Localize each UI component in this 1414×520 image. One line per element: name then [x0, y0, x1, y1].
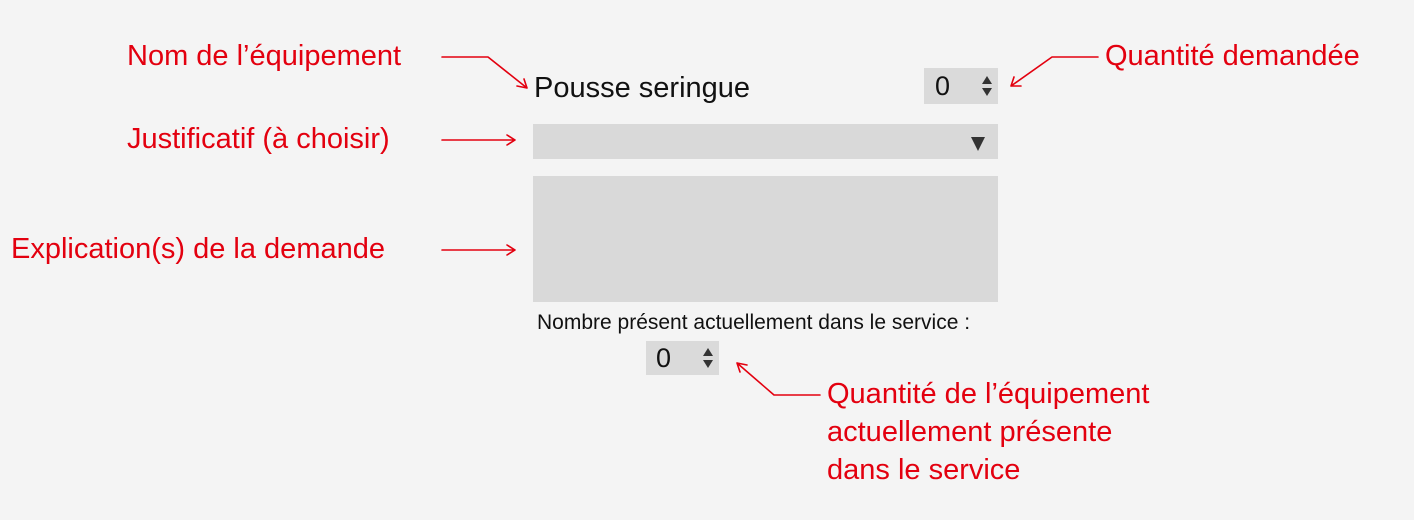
caret-down-icon[interactable] — [703, 360, 713, 368]
arrow-requested-quantity — [1010, 56, 1099, 87]
arrow-present-quantity — [736, 362, 821, 396]
caret-down-icon[interactable] — [982, 88, 992, 96]
annotation-present-quantity-line-3: dans le service — [827, 454, 1021, 486]
justification-select[interactable] — [533, 124, 998, 159]
annotation-present-quantity-line-2: actuellement présente — [827, 416, 1113, 448]
caret-up-icon[interactable] — [703, 348, 713, 356]
stepper-controls — [703, 341, 713, 375]
caret-down-icon — [971, 137, 985, 151]
stepper-controls — [982, 68, 992, 104]
arrow-equipment-name — [441, 56, 528, 89]
explanation-textarea[interactable] — [533, 176, 998, 302]
annotation-justification: Justificatif (à choisir) — [127, 123, 390, 155]
annotation-explanation: Explication(s) de la demande — [11, 233, 385, 265]
equipment-name: Pousse seringue — [534, 72, 751, 104]
present-quantity-stepper[interactable]: 0 — [646, 341, 719, 375]
arrow-justification — [441, 134, 516, 146]
arrow-explanation — [441, 244, 516, 256]
annotation-equipment-name: Nom de l’équipement — [127, 40, 402, 72]
caret-up-icon[interactable] — [982, 76, 992, 84]
annotation-requested-quantity: Quantité demandée — [1105, 40, 1360, 72]
requested-quantity-stepper[interactable]: 0 — [924, 68, 998, 104]
annotation-present-quantity-line-1: Quantité de l’équipement — [827, 378, 1150, 410]
present-quantity-value: 0 — [656, 342, 672, 373]
present-quantity-label: Nombre présent actuellement dans le serv… — [537, 311, 971, 334]
requested-quantity-value: 0 — [935, 70, 951, 101]
